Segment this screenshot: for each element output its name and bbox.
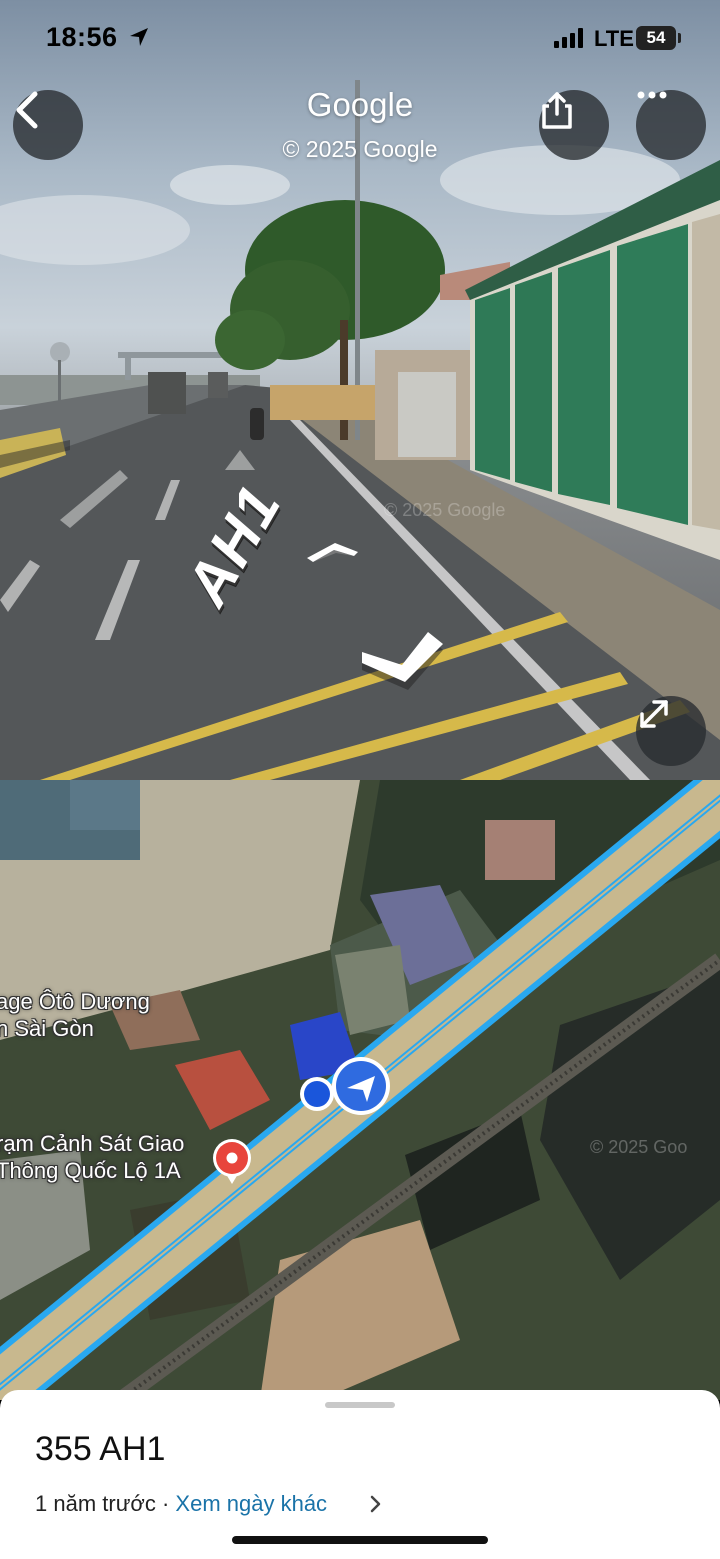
place-label-line: n Sài Gòn xyxy=(0,1016,94,1041)
see-other-dates-link[interactable]: Xem ngày khác xyxy=(175,1491,327,1516)
place-label-line: rạm Cảnh Sát Giao xyxy=(0,1131,185,1156)
chevron-right-icon[interactable] xyxy=(368,1494,382,1519)
info-bottom-sheet[interactable]: 355 AH1 1 năm trước · Xem ngày khác xyxy=(0,1390,720,1559)
back-button[interactable] xyxy=(13,90,83,160)
place-label-line: age Ôtô Dương xyxy=(0,989,150,1014)
street-view-pane[interactable]: AH1 © 2025 Google Google © 2025 Google 1… xyxy=(0,0,720,780)
network-type: LTE xyxy=(594,26,634,51)
map-watermark: © 2025 Goo xyxy=(590,1137,688,1157)
separator-dot: · xyxy=(155,1491,176,1516)
share-button[interactable] xyxy=(539,90,609,160)
expand-button[interactable] xyxy=(636,696,706,766)
capture-date-row: 1 năm trước · Xem ngày khác xyxy=(35,1491,327,1517)
street-view-watermark: © 2025 Google xyxy=(384,500,506,520)
address-title: 355 AH1 xyxy=(35,1430,166,1468)
place-label-police-station[interactable]: rạm Cảnh Sát Giao Thông Quốc Lộ 1A xyxy=(0,1130,184,1184)
status-bar: 18:56 LTE 54 xyxy=(0,0,720,80)
status-time: 18:56 xyxy=(46,22,118,52)
home-indicator[interactable] xyxy=(232,1536,488,1544)
more-options-button[interactable] xyxy=(636,90,706,160)
place-label-line: Thông Quốc Lộ 1A xyxy=(0,1158,181,1183)
battery-icon: 54 xyxy=(636,26,676,50)
copyright-text: © 2025 Google xyxy=(282,136,438,162)
battery-tip xyxy=(678,33,681,43)
sheet-grabber[interactable] xyxy=(325,1402,395,1408)
google-logo: Google xyxy=(306,86,414,123)
capture-date-text: 1 năm trước xyxy=(35,1491,156,1516)
place-label-garage[interactable]: age Ôtô Dương n Sài Gòn xyxy=(0,988,150,1042)
satellite-map[interactable]: © 2025 Goo age Ôtô Dương n Sài Gòn rạm C… xyxy=(0,780,720,1400)
